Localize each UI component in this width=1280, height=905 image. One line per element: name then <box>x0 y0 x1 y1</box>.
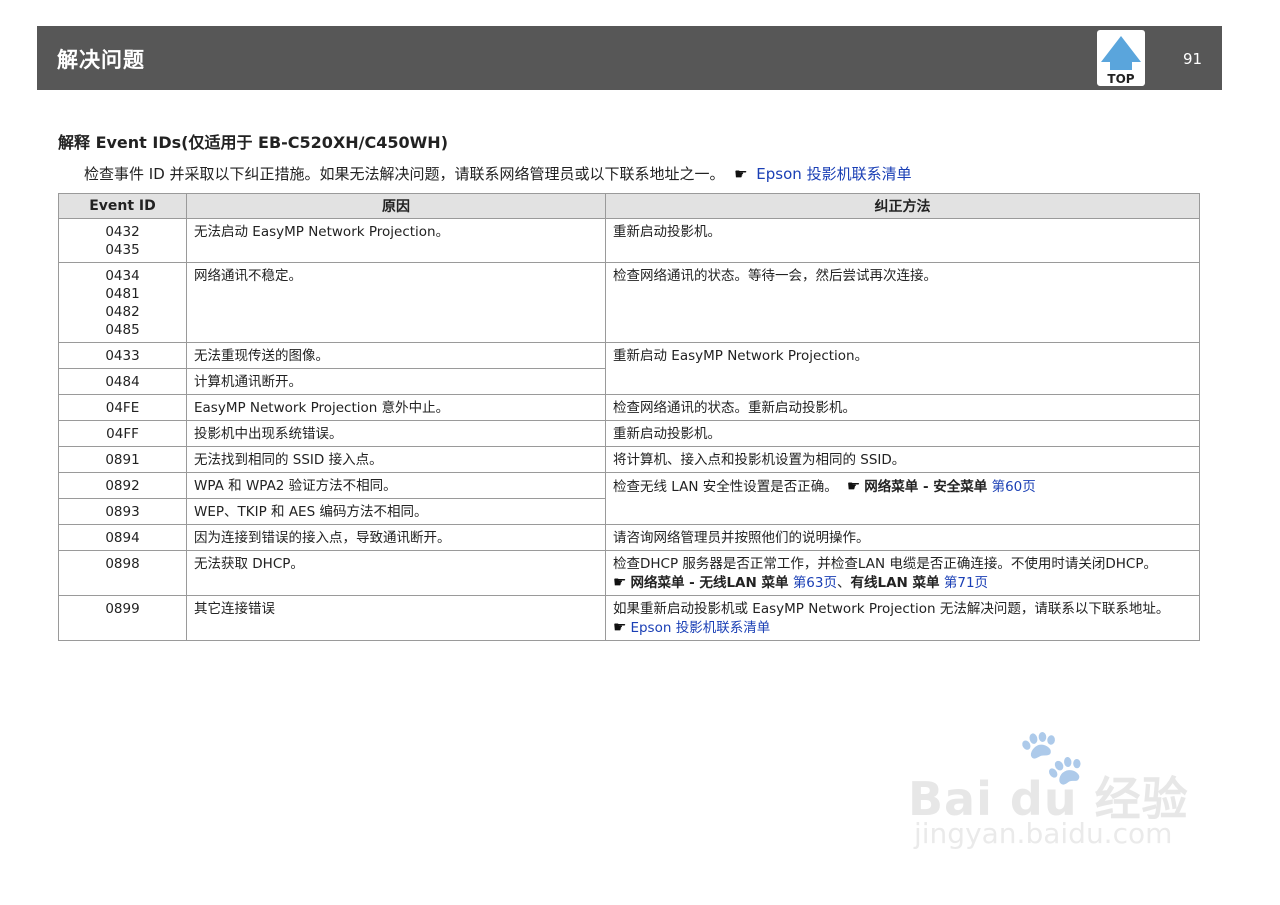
table-row: 0892 WPA 和 WPA2 验证方法不相同。 检查无线 LAN 安全性设置是… <box>58 472 1200 525</box>
event-id: 0894 <box>105 530 140 546</box>
page-header: 解决问题 TOP 91 <box>37 26 1222 90</box>
header-fix: 纠正方法 <box>605 193 1200 219</box>
house-roof-icon <box>1101 36 1141 62</box>
event-id-table: Event ID 原因 纠正方法 0432 0435 无法启动 EasyMP N… <box>58 193 1200 641</box>
cause-cell: 计算机通讯断开。 <box>186 368 606 395</box>
cause-cell: 无法重现传送的图像。 <box>186 342 606 369</box>
event-id: 0899 <box>105 601 140 617</box>
event-id-cell: 0434 0481 0482 0485 <box>58 262 187 343</box>
fix-cell: 重新启动 EasyMP Network Projection。 <box>605 342 1200 395</box>
table-row: 0434 0481 0482 0485 网络通讯不稳定。 检查网络通讯的状态。等… <box>58 262 1200 343</box>
fix-cell: 如果重新启动投影机或 EasyMP Network Projection 无法解… <box>605 595 1200 641</box>
house-body-icon <box>1110 60 1132 70</box>
cause-cell: EasyMP Network Projection 意外中止。 <box>186 394 606 421</box>
fix-cell: 检查无线 LAN 安全性设置是否正确。 ☛ 网络菜单 - 安全菜单 第60页 <box>605 472 1200 525</box>
separator: 、 <box>837 575 851 591</box>
fix-text: 如果重新启动投影机或 EasyMP Network Projection 无法解… <box>613 601 1170 617</box>
table-row: 0891 无法找到相同的 SSID 接入点。 将计算机、接入点和投影机设置为相同… <box>58 446 1200 473</box>
cause-cell: 无法启动 EasyMP Network Projection。 <box>186 218 606 263</box>
table-header-row: Event ID 原因 纠正方法 <box>58 193 1200 219</box>
event-id-cell: 0894 <box>58 524 187 551</box>
contact-list-link[interactable]: Epson 投影机联系清单 <box>756 165 911 183</box>
header-cause: 原因 <box>186 193 606 219</box>
cause-cell: WPA 和 WPA2 验证方法不相同。 <box>186 472 606 499</box>
event-id-cell: 04FF <box>58 420 187 447</box>
cause-cell: 投影机中出现系统错误。 <box>186 420 606 447</box>
menu-path: 网络菜单 - 安全菜单 <box>864 479 988 495</box>
event-id-cell: 04FE <box>58 394 187 421</box>
event-id: 0484 <box>105 374 140 390</box>
page-link[interactable]: 第71页 <box>944 575 988 591</box>
event-id: 0481 <box>105 286 140 302</box>
top-label: TOP <box>1107 72 1135 86</box>
fix-cell: 检查网络通讯的状态。等待一会，然后尝试再次连接。 <box>605 262 1200 343</box>
section-title: 解释 Event IDs(仅适用于 EB-C520XH/C450WH) <box>58 133 449 152</box>
event-id-cell: 0898 <box>58 550 187 596</box>
baidu-watermark: 🐾 Bai du 经验 jingyan.baidu.com <box>908 725 1208 855</box>
event-id-cell: 0484 <box>58 368 187 395</box>
contact-list-link[interactable]: Epson 投影机联系清单 <box>630 620 770 636</box>
intro-paragraph: 检查事件 ID 并采取以下纠正措施。如果无法解决问题，请联系网络管理员或以下联系… <box>84 163 912 184</box>
fix-cell: 重新启动投影机。 <box>605 218 1200 263</box>
fix-text: 检查无线 LAN 安全性设置是否正确。 <box>613 479 838 495</box>
fix-cell: 检查网络通讯的状态。重新启动投影机。 <box>605 394 1200 421</box>
cause-cell: 因为连接到错误的接入点，导致通讯断开。 <box>186 524 606 551</box>
fix-cell: 将计算机、接入点和投影机设置为相同的 SSID。 <box>605 446 1200 473</box>
pointing-hand-icon: ☛ <box>613 618 627 636</box>
menu-path: 有线LAN 菜单 <box>850 575 940 591</box>
table-row: 0898 无法获取 DHCP。 检查DHCP 服务器是否正常工作，并检查LAN … <box>58 550 1200 596</box>
event-id: 0434 <box>105 268 140 284</box>
event-id: 04FF <box>106 426 139 442</box>
page-number: 91 <box>1183 50 1203 68</box>
event-id: 0435 <box>105 242 140 258</box>
event-id: 0892 <box>105 478 140 494</box>
table-row: 04FF 投影机中出现系统错误。 重新启动投影机。 <box>58 420 1200 447</box>
header-event-id: Event ID <box>58 193 187 219</box>
table-row: 04FE EasyMP Network Projection 意外中止。 检查网… <box>58 394 1200 421</box>
event-id: 04FE <box>105 400 140 416</box>
intro-text: 检查事件 ID 并采取以下纠正措施。如果无法解决问题，请联系网络管理员或以下联系… <box>84 165 725 183</box>
event-id: 0893 <box>105 504 140 520</box>
page-link[interactable]: 第60页 <box>992 479 1036 495</box>
event-id-cell: 0433 <box>58 342 187 369</box>
event-id-cell: 0891 <box>58 446 187 473</box>
cause-cell: 无法获取 DHCP。 <box>186 550 606 596</box>
event-id: 0485 <box>105 322 140 338</box>
top-button[interactable]: TOP <box>1097 30 1145 86</box>
event-id: 0891 <box>105 452 140 468</box>
event-id-cell: 0899 <box>58 595 187 641</box>
event-id-cell: 0432 0435 <box>58 218 187 263</box>
fix-cell: 重新启动投影机。 <box>605 420 1200 447</box>
fix-cell: 检查DHCP 服务器是否正常工作，并检查LAN 电缆是否正确连接。不使用时请关闭… <box>605 550 1200 596</box>
table-row: 0433 无法重现传送的图像。 重新启动 EasyMP Network Proj… <box>58 342 1200 395</box>
event-id: 0432 <box>105 224 140 240</box>
pointing-hand-icon: ☛ <box>613 573 627 591</box>
chapter-title: 解决问题 <box>57 48 145 72</box>
event-id: 0898 <box>105 556 140 572</box>
table-row: 0899 其它连接错误 如果重新启动投影机或 EasyMP Network Pr… <box>58 595 1200 641</box>
cause-cell: WEP、TKIP 和 AES 编码方法不相同。 <box>186 498 606 525</box>
pointing-hand-icon: ☛ <box>842 477 861 495</box>
cause-cell: 其它连接错误 <box>186 595 606 641</box>
menu-path: 网络菜单 - 无线LAN 菜单 <box>630 575 789 591</box>
fix-cell: 请咨询网络管理员并按照他们的说明操作。 <box>605 524 1200 551</box>
cause-cell: 网络通讯不稳定。 <box>186 262 606 343</box>
table-row: 0432 0435 无法启动 EasyMP Network Projection… <box>58 218 1200 263</box>
event-id: 0433 <box>105 348 140 364</box>
event-id-cell: 0892 <box>58 472 187 499</box>
page-link[interactable]: 第63页 <box>793 575 837 591</box>
event-id: 0482 <box>105 304 140 320</box>
event-id-cell: 0893 <box>58 498 187 525</box>
cause-cell: 无法找到相同的 SSID 接入点。 <box>186 446 606 473</box>
pointing-hand-icon: ☛ <box>729 165 748 183</box>
fix-text: 检查DHCP 服务器是否正常工作，并检查LAN 电缆是否正确连接。不使用时请关闭… <box>613 556 1157 572</box>
table-row: 0894 因为连接到错误的接入点，导致通讯断开。 请咨询网络管理员并按照他们的说… <box>58 524 1200 551</box>
watermark-url: jingyan.baidu.com <box>914 817 1173 850</box>
